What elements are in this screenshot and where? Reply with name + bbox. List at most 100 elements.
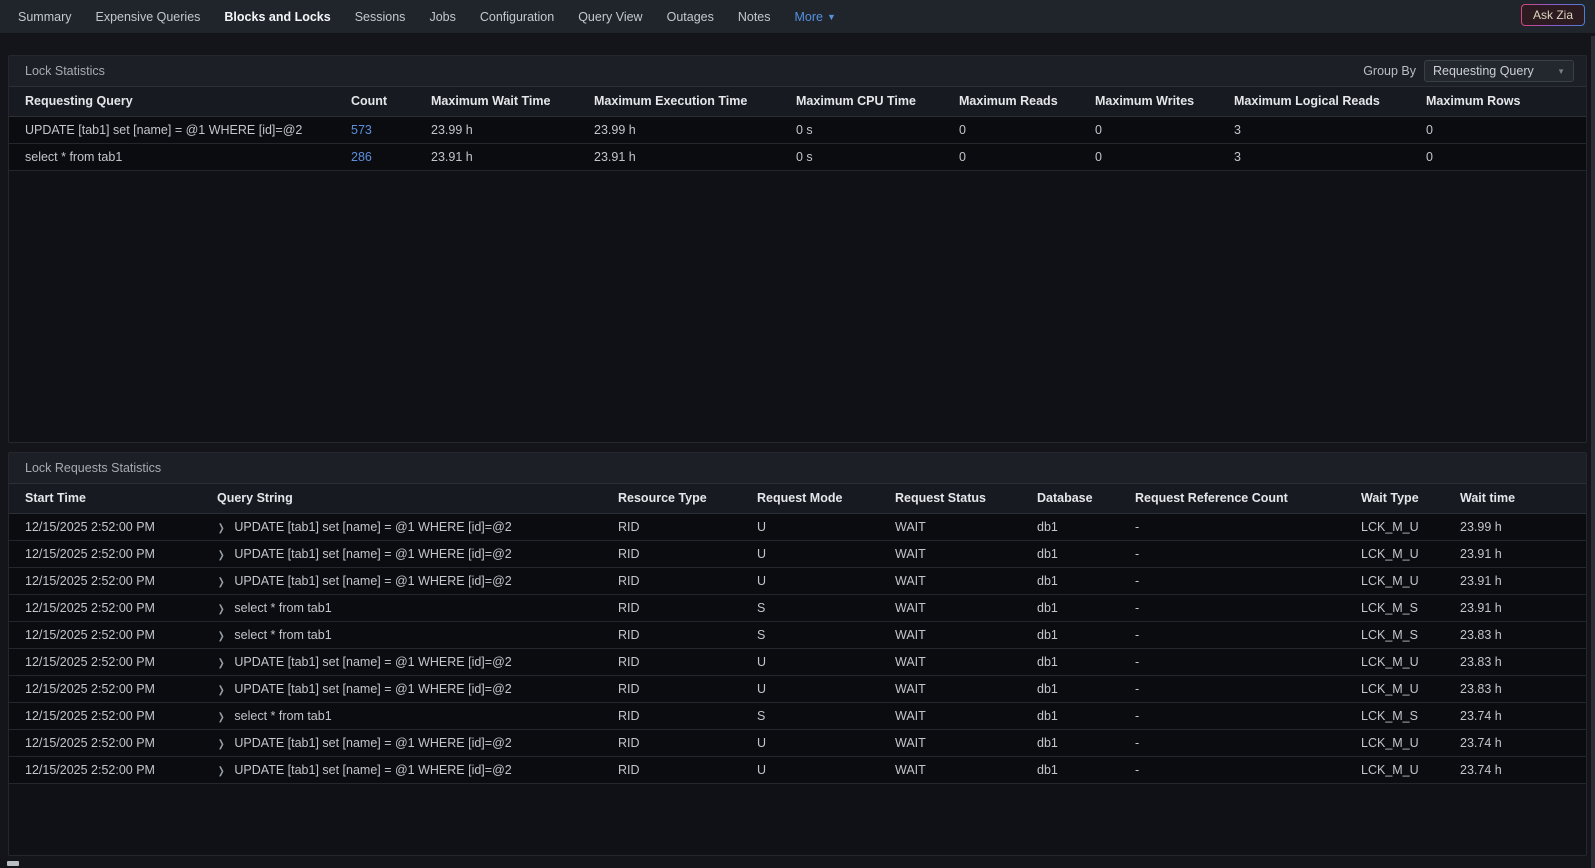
nav-tab-query-view[interactable]: Query View: [578, 10, 642, 24]
cell-wait_time: 23.91 h: [1452, 540, 1586, 567]
cell-request_status: WAIT: [887, 594, 1029, 621]
expand-chevron-icon[interactable]: ❯: [218, 523, 225, 534]
horizontal-scrollbar-thumb[interactable]: [7, 861, 19, 866]
cell-database: db1: [1029, 513, 1127, 540]
cell-wait_time: 23.74 h: [1452, 756, 1586, 783]
lock-requests-table: Start TimeQuery StringResource TypeReque…: [9, 484, 1586, 784]
table-row: 12/15/2025 2:52:00 PM❯UPDATE [tab1] set …: [9, 729, 1586, 756]
cell-resource_type: RID: [610, 540, 749, 567]
query-text: UPDATE [tab1] set [name] = @1 WHERE [id]…: [234, 682, 511, 696]
expand-chevron-icon[interactable]: ❯: [218, 631, 225, 642]
nav-tab-sessions[interactable]: Sessions: [355, 10, 406, 24]
cell-request_status: WAIT: [887, 729, 1029, 756]
cell-resource_type: RID: [610, 594, 749, 621]
cell-query: select * from tab1: [9, 143, 343, 170]
query-text: select * from tab1: [234, 628, 331, 642]
cell-query_string: ❯ UPDATE [tab1] set [name] = @1 WHERE [id…: [209, 756, 610, 783]
cell-request_mode: S: [749, 594, 887, 621]
nav-tab-blocks-and-locks[interactable]: Blocks and Locks: [224, 10, 330, 24]
nav-tabs: Summary Expensive Queries Blocks and Locks…: [18, 10, 795, 24]
cell-request_mode: U: [749, 648, 887, 675]
cell-query_string: ❯ UPDATE [tab1] set [name] = @1 WHERE [id…: [209, 729, 610, 756]
nav-tab-outages[interactable]: Outages: [667, 10, 714, 24]
cell-start_time: 12/15/2025 2:52:00 PM: [9, 567, 209, 594]
nav-tab-summary[interactable]: Summary: [18, 10, 71, 24]
column-header-count: Count: [343, 87, 423, 116]
cell-wait_time: 23.74 h: [1452, 702, 1586, 729]
column-header-query_string: Query String: [209, 484, 610, 513]
column-header-start_time: Start Time: [9, 484, 209, 513]
lock-statistics-table: Requesting QueryCountMaximum Wait TimeMa…: [9, 87, 1586, 171]
nav-tab-more[interactable]: More ▼: [795, 10, 836, 24]
cell-ref_count: -: [1127, 648, 1353, 675]
cell-query_string: ❯ select * from tab1: [209, 621, 610, 648]
expand-chevron-icon[interactable]: ❯: [218, 766, 225, 777]
column-header-wait_time: Wait time: [1452, 484, 1586, 513]
cell-resource_type: RID: [610, 702, 749, 729]
expand-chevron-icon[interactable]: ❯: [218, 739, 225, 750]
cell-start_time: 12/15/2025 2:52:00 PM: [9, 675, 209, 702]
cell-wait_type: LCK_M_S: [1353, 594, 1452, 621]
cell-ref_count: -: [1127, 756, 1353, 783]
expand-chevron-icon[interactable]: ❯: [218, 712, 225, 723]
cell-count: 286: [343, 143, 423, 170]
vertical-scrollbar[interactable]: [1591, 36, 1595, 868]
query-text: UPDATE [tab1] set [name] = @1 WHERE [id]…: [234, 736, 511, 750]
cell-start_time: 12/15/2025 2:52:00 PM: [9, 648, 209, 675]
cell-wait_time: 23.99 h: [1452, 513, 1586, 540]
cell-resource_type: RID: [610, 729, 749, 756]
table-row: 12/15/2025 2:52:00 PM ❯ UPDATE [tab1] set …: [9, 648, 1586, 675]
cell-database: db1: [1029, 621, 1127, 648]
group-by-select[interactable]: Requesting Query ▼: [1424, 60, 1574, 82]
column-header-max_exec: Maximum Execution Time: [586, 87, 788, 116]
cell-ref_count: -: [1127, 702, 1353, 729]
expand-chevron-icon[interactable]: ❯: [218, 577, 225, 588]
expand-chevron-icon[interactable]: ❯: [218, 604, 225, 615]
cell-database: db1: [1029, 594, 1127, 621]
ask-zia-button[interactable]: Ask Zia: [1521, 4, 1585, 26]
cell-wait_time: 23.83 h: [1452, 621, 1586, 648]
cell-wait_type: LCK_M_U: [1353, 675, 1452, 702]
query-text: UPDATE [tab1] set [name] = @1 WHERE [id]…: [234, 763, 511, 777]
cell-max_writes: 0: [1087, 116, 1226, 143]
cell-max_rows: 0: [1418, 116, 1586, 143]
cell-wait_time: 23.83 h: [1452, 648, 1586, 675]
expand-chevron-icon[interactable]: ❯: [218, 550, 225, 561]
column-header-ref_count: Request Reference Count: [1127, 484, 1353, 513]
cell-database: db1: [1029, 756, 1127, 783]
column-header-query: Requesting Query: [9, 87, 343, 116]
panel-title: Lock Requests Statistics: [25, 461, 161, 475]
count-link[interactable]: 573: [351, 123, 372, 137]
count-link[interactable]: 286: [351, 150, 372, 164]
column-header-max_logical_reads: Maximum Logical Reads: [1226, 87, 1418, 116]
cell-request_mode: U: [749, 540, 887, 567]
query-text: UPDATE [tab1] set [name] = @1 WHERE [id]…: [234, 655, 511, 669]
cell-request_mode: S: [749, 621, 887, 648]
column-header-max_rows: Maximum Rows: [1418, 87, 1586, 116]
nav-tab-expensive-queries[interactable]: Expensive Queries: [95, 10, 200, 24]
expand-chevron-icon[interactable]: ❯: [218, 685, 225, 696]
nav-tab-jobs[interactable]: Jobs: [429, 10, 455, 24]
nav-tab-notes[interactable]: Notes: [738, 10, 771, 24]
cell-wait_time: 23.91 h: [1452, 567, 1586, 594]
nav-tab-configuration[interactable]: Configuration: [480, 10, 554, 24]
lock-statistics-panel: Lock Statistics Group By Requesting Quer…: [8, 55, 1587, 443]
table-row: 12/15/2025 2:52:00 PM❯select * from tab1…: [9, 621, 1586, 648]
column-header-database: Database: [1029, 484, 1127, 513]
expand-chevron-icon[interactable]: ❯: [218, 658, 225, 669]
column-header-request_mode: Request Mode: [749, 484, 887, 513]
cell-wait_type: LCK_M_U: [1353, 756, 1452, 783]
query-text: UPDATE [tab1] set [name] = @1 WHERE [id]…: [234, 520, 511, 534]
cell-wait_time: 23.91 h: [1452, 594, 1586, 621]
cell-wait_type: LCK_M_U: [1353, 513, 1452, 540]
cell-database: db1: [1029, 540, 1127, 567]
table-row: 12/15/2025 2:52:00 PM❯UPDATE [tab1] set …: [9, 567, 1586, 594]
cell-max_writes: 0: [1087, 143, 1226, 170]
cell-request_status: WAIT: [887, 621, 1029, 648]
cell-request_status: WAIT: [887, 513, 1029, 540]
cell-request_mode: U: [749, 567, 887, 594]
cell-resource_type: RID: [610, 567, 749, 594]
chevron-down-icon: ▼: [1557, 67, 1565, 76]
cell-max_reads: 0: [951, 116, 1087, 143]
table-row: 12/15/2025 2:52:00 PM❯UPDATE [tab1] set …: [9, 540, 1586, 567]
